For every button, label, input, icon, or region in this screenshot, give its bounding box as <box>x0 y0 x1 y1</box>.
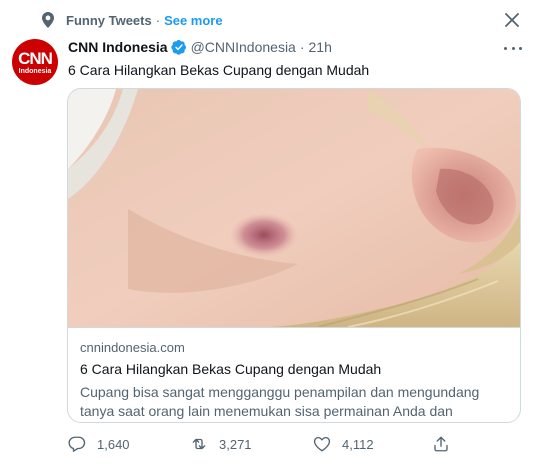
close-icon <box>505 13 519 27</box>
card-domain: cnnindonesia.com <box>80 340 185 355</box>
verified-badge-icon <box>170 39 187 55</box>
close-button[interactable] <box>502 10 522 30</box>
tweet-header: CNN Indonesia @CNNIndonesia · 21h <box>68 38 522 56</box>
header-separator: · <box>299 39 305 55</box>
retweet-icon <box>189 434 209 454</box>
card-title: 6 Cara Hilangkan Bekas Cupang dengan Mud… <box>80 361 382 377</box>
avatar[interactable]: CNN Indonesia <box>12 39 58 85</box>
reply-button[interactable]: 1,640 <box>67 433 130 455</box>
share-icon <box>431 434 451 454</box>
topic-separator: · <box>155 12 161 28</box>
retweet-count: 3,271 <box>219 436 252 452</box>
tweet-text: 6 Cara Hilangkan Bekas Cupang dengan Mud… <box>68 62 370 78</box>
tweet-timestamp[interactable]: 21h <box>309 39 332 55</box>
share-button[interactable] <box>431 433 461 455</box>
more-dots-icon <box>504 46 507 50</box>
photo-neck-bruise <box>68 89 520 327</box>
more-dots-icon-dot <box>519 46 522 50</box>
see-more-link[interactable]: See more <box>164 13 223 28</box>
avatar-logo-sub: Indonesia <box>18 67 52 75</box>
tweet-actions: 1,640 3,271 4,112 <box>67 433 457 455</box>
card-description: Cupang bisa sangat mengganggu penampilan… <box>80 384 480 419</box>
topic-name[interactable]: Funny Tweets <box>66 13 152 28</box>
like-count: 4,112 <box>342 436 374 452</box>
card-image[interactable] <box>68 89 520 327</box>
author-name[interactable]: CNN Indonesia <box>68 39 168 55</box>
avatar-logo-text: CNN <box>18 48 53 68</box>
author-handle[interactable]: @CNNIndonesia <box>191 39 296 55</box>
like-button[interactable]: 4,112 <box>312 433 374 455</box>
more-dots-icon-dot <box>511 46 515 50</box>
location-pin-icon <box>42 11 56 29</box>
retweet-button[interactable]: 3,271 <box>189 433 252 455</box>
link-card[interactable]: cnnindonesia.com 6 Cara Hilangkan Bekas … <box>67 88 521 423</box>
reply-icon <box>67 434 87 454</box>
topic-bar: Funny Tweets · See more <box>42 11 223 29</box>
more-options-button[interactable] <box>504 40 522 56</box>
card-meta: cnnindonesia.com 6 Cara Hilangkan Bekas … <box>68 327 520 422</box>
heart-icon <box>312 434 332 454</box>
reply-count: 1,640 <box>97 436 130 452</box>
